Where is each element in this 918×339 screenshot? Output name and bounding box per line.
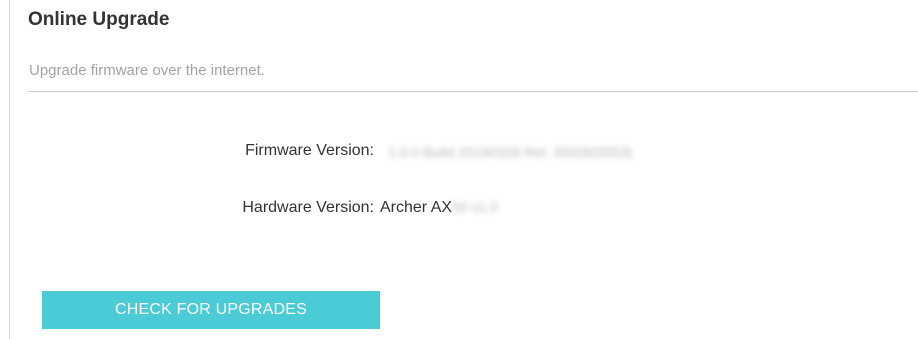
hardware-version-row: Hardware Version: Archer AX50 v1.0 xyxy=(10,199,918,223)
hardware-version-value: Archer AX50 v1.0 xyxy=(380,199,498,217)
section-divider xyxy=(28,91,918,92)
page-description: Upgrade firmware over the internet. xyxy=(29,62,265,79)
hardware-model-suffix: 50 v1.0 xyxy=(452,199,498,215)
hardware-model-prefix: Archer AX xyxy=(380,199,453,216)
online-upgrade-panel: Online Upgrade Upgrade firmware over the… xyxy=(9,0,918,339)
check-for-upgrades-button[interactable]: CHECK FOR UPGRADES xyxy=(42,291,380,329)
page-title: Online Upgrade xyxy=(28,9,170,30)
hardware-version-label: Hardware Version: xyxy=(242,199,374,216)
firmware-version-row: Firmware Version: 1.0.0 Build 20190326 R… xyxy=(10,142,918,166)
firmware-version-label: Firmware Version: xyxy=(245,142,374,159)
firmware-version-text: 1.0.0 Build 20190326 Rel. 30026(5553) xyxy=(388,144,633,160)
